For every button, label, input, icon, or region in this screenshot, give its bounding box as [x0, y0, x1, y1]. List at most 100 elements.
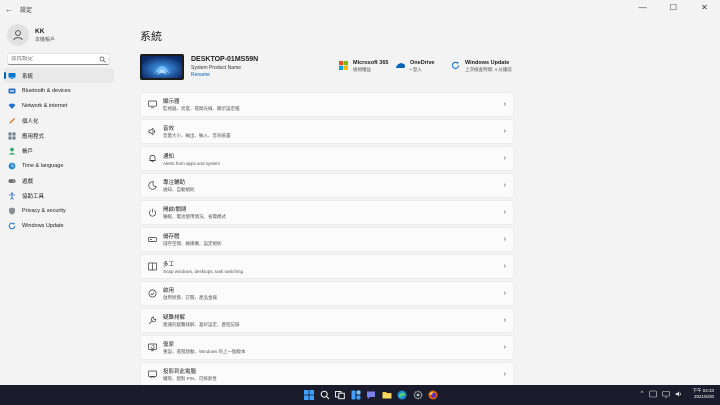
- card-title: 疑難排解: [163, 315, 186, 321]
- windows-update-icon: [451, 61, 460, 69]
- card-subtitle: 啟用狀態、訂閱、產品金鑰: [163, 295, 217, 300]
- settings-card-notifications[interactable]: 通知 Alerts from apps and system ›: [140, 146, 514, 171]
- chevron-right-icon: ›: [503, 236, 506, 243]
- sound-icon: [148, 127, 157, 136]
- chat-icon[interactable]: [364, 388, 378, 402]
- quick-link-windows-update[interactable]: Windows Update 上次檢查時間: 4 分鐘前: [451, 60, 512, 73]
- file-explorer-icon[interactable]: [380, 388, 394, 402]
- minimize-button[interactable]: —: [627, 0, 658, 14]
- sidebar-item-personalization[interactable]: 個人化: [4, 113, 114, 128]
- windows-update-icon: [8, 222, 16, 230]
- settings-card-activation[interactable]: 啟用 啟用狀態、訂閱、產品金鑰 ›: [140, 281, 514, 306]
- sidebar-item-network[interactable]: Network & internet: [4, 98, 114, 113]
- quick-link-onedrive[interactable]: OneDrive • 登入: [396, 60, 434, 73]
- minimize-icon: —: [638, 2, 647, 12]
- chevron-up-icon[interactable]: ^: [641, 391, 644, 397]
- network-icon: [8, 102, 16, 110]
- settings-card-projecting[interactable]: 投影到此電腦 權限、配對 PIN、可探索性 ›: [140, 362, 514, 387]
- card-title: 專注輔助: [163, 180, 186, 186]
- sidebar-item-gaming[interactable]: 遊戲: [4, 173, 114, 188]
- network-status-icon[interactable]: [662, 390, 671, 398]
- privacy-icon: [8, 207, 16, 215]
- system-tray: ^ 下午 04:33 2021/6/30: [641, 388, 714, 400]
- settings-card-recovery[interactable]: 復原 重設、進階啟動、Windows 的上一個版本 ›: [140, 335, 514, 360]
- apps-icon: [8, 132, 16, 140]
- firefox-icon[interactable]: [426, 388, 440, 402]
- microsoft365-icon: [339, 61, 348, 70]
- focus-assist-icon: [148, 181, 157, 190]
- quick-link-title: Windows Update: [465, 60, 510, 66]
- user-name: KK: [35, 27, 45, 35]
- widgets-icon[interactable]: [349, 388, 363, 402]
- sidebar-item-accounts[interactable]: 帳戶: [4, 143, 114, 158]
- sidebar-item-accessibility[interactable]: 協助工具: [4, 188, 114, 203]
- accounts-icon: [8, 147, 16, 155]
- onedrive-icon: [396, 63, 405, 68]
- settings-card-multitasking[interactable]: 多工 Snap windows, desktops, task switching…: [140, 254, 514, 279]
- gaming-icon: [8, 177, 16, 185]
- card-subtitle: 儲存空間、磁碟機、設定規則: [163, 241, 222, 246]
- sidebar-item-system[interactable]: 系統: [4, 68, 114, 83]
- taskbar: ^ 下午 04:33 2021/6/30: [0, 385, 720, 405]
- volume-icon[interactable]: [675, 390, 683, 398]
- back-button[interactable]: ←: [0, 0, 18, 18]
- window-controls: — ☐ ✕: [627, 0, 720, 14]
- chevron-right-icon: ›: [503, 290, 506, 297]
- display-icon: [148, 100, 157, 109]
- sidebar-item-label: 協助工具: [22, 193, 45, 200]
- taskbar-clock[interactable]: 下午 04:33 2021/6/30: [692, 388, 714, 400]
- quick-link-subtitle: 檢視權益: [353, 67, 371, 72]
- page-title: 系統: [140, 31, 162, 43]
- chevron-right-icon: ›: [503, 263, 506, 270]
- taskbar-apps: [302, 388, 442, 402]
- maximize-button[interactable]: ☐: [658, 0, 689, 14]
- chevron-right-icon: ›: [503, 371, 506, 378]
- maximize-icon: ☐: [669, 2, 678, 12]
- search-icon[interactable]: [318, 388, 332, 402]
- sidebar-item-windows-update[interactable]: Windows Update: [4, 218, 114, 233]
- card-title: 開啟/關閉: [163, 207, 187, 213]
- card-subtitle: 權限、配對 PIN、可探索性: [163, 376, 217, 381]
- card-title: 復原: [163, 342, 175, 348]
- rename-link[interactable]: Rename: [191, 72, 258, 78]
- card-title: 投影到此電腦: [163, 369, 197, 375]
- card-subtitle: 建議的疑難排解、喜好設定、歷程記錄: [163, 322, 240, 327]
- chevron-right-icon: ›: [503, 317, 506, 324]
- user-profile[interactable]: KK 本機帳戶: [7, 24, 55, 46]
- card-subtitle: Alerts from apps and system: [163, 160, 221, 166]
- chevron-right-icon: ›: [503, 128, 506, 135]
- ime-icon[interactable]: [649, 390, 658, 398]
- sidebar-item-label: 遊戲: [22, 178, 34, 185]
- settings-card-troubleshoot[interactable]: 疑難排解 建議的疑難排解、喜好設定、歷程記錄 ›: [140, 308, 514, 333]
- activation-icon: [148, 289, 157, 298]
- sidebar-item-apps[interactable]: 應用程式: [4, 128, 114, 143]
- projecting-icon: [148, 370, 157, 379]
- search-input[interactable]: [11, 56, 99, 62]
- settings-list: 顯示器 監視器、亮度、夜間光線、顯示設定檔 › 音效 音量大小、輸出、輸入、音效裝置…: [140, 92, 514, 389]
- settings-card-focus-assist[interactable]: 專注輔助 通知、自動規則 ›: [140, 173, 514, 198]
- chevron-right-icon: ›: [503, 155, 506, 162]
- windows-bloom-icon: [142, 56, 182, 78]
- sidebar-item-label: Network & internet: [22, 102, 68, 109]
- close-button[interactable]: ✕: [689, 0, 720, 14]
- card-title: 啟用: [163, 288, 175, 294]
- sidebar-item-time-language[interactable]: Time & language: [4, 158, 114, 173]
- settings-card-storage[interactable]: 儲存體 儲存空間、磁碟機、設定規則 ›: [140, 227, 514, 252]
- settings-icon[interactable]: [411, 388, 425, 402]
- sidebar: KK 本機帳戶 系統 Bluetooth & devices Net: [0, 18, 118, 385]
- search-box[interactable]: [7, 53, 110, 65]
- task-view-icon[interactable]: [333, 388, 347, 402]
- device-info: DESKTOP-01MS59N System Product Name Rena…: [140, 54, 258, 80]
- quick-link-microsoft365[interactable]: Microsoft 365 檢視權益: [339, 60, 388, 73]
- sidebar-item-privacy[interactable]: Privacy & security: [4, 203, 114, 218]
- settings-card-power[interactable]: 開啟/關閉 睡眠、電池使用情況、省電模式 ›: [140, 200, 514, 225]
- nav-list: 系統 Bluetooth & devices Network & interne…: [4, 68, 114, 233]
- sidebar-item-bluetooth[interactable]: Bluetooth & devices: [4, 83, 114, 98]
- device-name: DESKTOP-01MS59N: [191, 56, 259, 63]
- start-icon[interactable]: [302, 388, 316, 402]
- notifications-icon: [148, 154, 157, 163]
- sidebar-item-label: 個人化: [22, 118, 39, 125]
- settings-card-sound[interactable]: 音效 音量大小、輸出、輸入、音效裝置 ›: [140, 119, 514, 144]
- edge-icon[interactable]: [395, 388, 409, 402]
- settings-card-display[interactable]: 顯示器 監視器、亮度、夜間光線、顯示設定檔 ›: [140, 92, 514, 117]
